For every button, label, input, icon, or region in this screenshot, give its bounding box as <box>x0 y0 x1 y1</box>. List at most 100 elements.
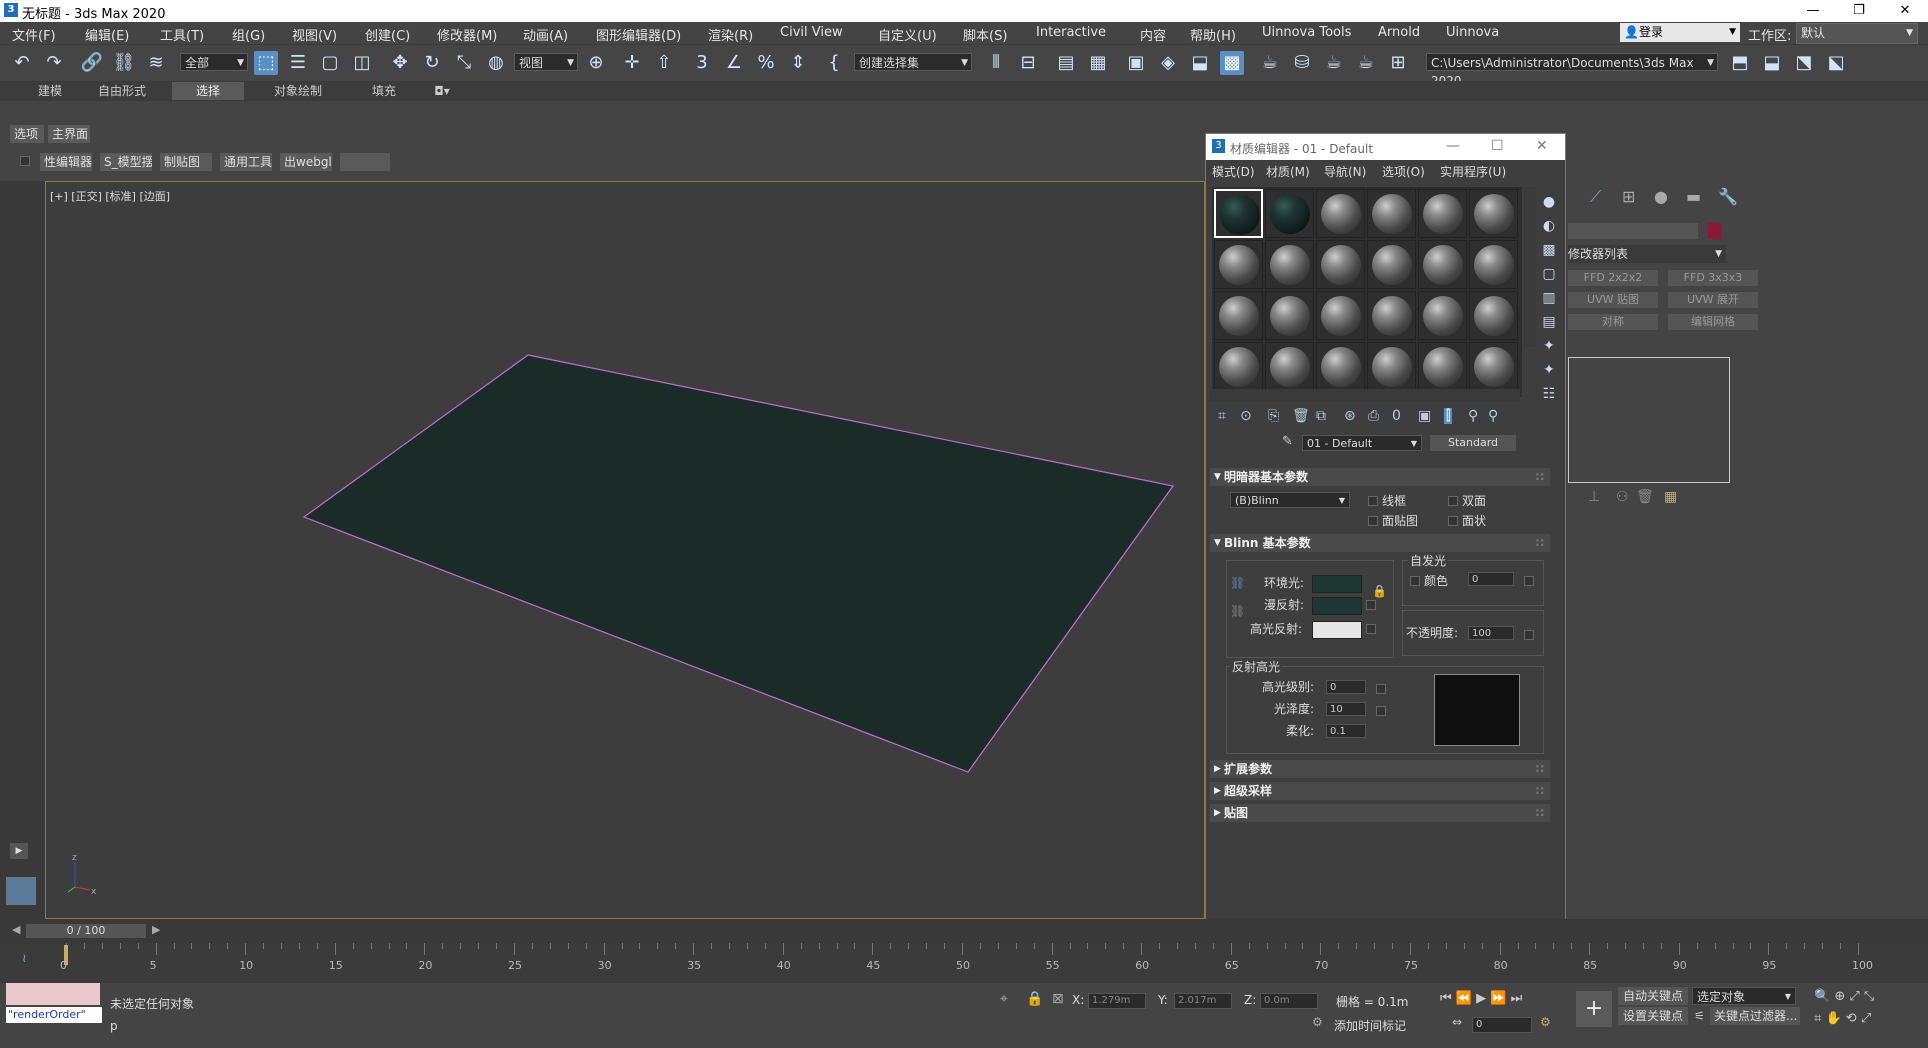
edit-mesh-button[interactable]: 编辑网格 <box>1668 314 1758 330</box>
spec-level-spinner[interactable]: 0 <box>1326 680 1366 694</box>
render-cloud-icon[interactable]: ⊞ <box>1386 51 1410 75</box>
percent-snap-icon[interactable]: % <box>754 51 778 75</box>
maxscript-listener[interactable] <box>6 983 100 1005</box>
named-selection-dropdown[interactable]: 创建选择集 ▼ <box>854 53 972 71</box>
material-slot[interactable] <box>1367 291 1416 340</box>
material-slot[interactable] <box>1469 342 1518 391</box>
add-time-tag[interactable]: 添加时间标记 <box>1334 1017 1406 1034</box>
time-tag-icon[interactable]: ⚙ <box>1312 1015 1323 1029</box>
current-frame-spinner[interactable]: 0 <box>1472 1017 1532 1033</box>
uvw-unwrap-button[interactable]: UVW 展开 <box>1668 292 1758 308</box>
assign-material-icon[interactable]: ⎘ <box>1268 408 1279 424</box>
tab-freeform[interactable]: 自由形式 <box>86 82 158 100</box>
material-slot[interactable] <box>1418 240 1467 289</box>
go-to-start-icon[interactable]: ⏮ <box>1440 991 1452 1006</box>
reset-map-icon[interactable]: 🗑 <box>1292 408 1310 424</box>
zoom-icon[interactable]: 🔍 <box>1814 989 1830 1004</box>
ribbon-options-icon[interactable]: ◘▾ <box>428 82 456 100</box>
menu-uinnova-tools[interactable]: Uinnova Tools <box>1262 25 1351 40</box>
project-folder-icon[interactable]: ⬒ <box>1728 51 1752 75</box>
display-tab-icon[interactable]: ▬ <box>1686 187 1701 206</box>
ambient-color-swatch[interactable] <box>1312 575 1362 593</box>
menu-views[interactable]: 视图(V) <box>292 25 337 44</box>
glossiness-spinner[interactable]: 10 <box>1326 702 1366 716</box>
diffuse-map-button[interactable] <box>1366 600 1376 610</box>
show-shaded-icon[interactable]: ▣ <box>1418 408 1431 424</box>
close-icon[interactable]: ✕ <box>1536 138 1548 154</box>
track-bar[interactable]: ≀ 0 5 10 15 20 25 30 35 40 45 50 55 60 65 70 75 80 85 90 95… <box>0 943 1928 983</box>
select-by-material-icon[interactable]: ✦ <box>1538 358 1560 382</box>
move-icon[interactable]: ✥ <box>388 51 412 75</box>
specular-color-swatch[interactable] <box>1312 621 1362 639</box>
login-dropdown[interactable]: 👤登录 ▼ <box>1620 23 1740 42</box>
background-icon[interactable]: ▩ <box>1538 238 1560 262</box>
menu-interactive[interactable]: Interactive <box>1036 25 1106 40</box>
rectangular-selection-icon[interactable]: ▢ <box>318 51 342 75</box>
menu-animation[interactable]: 动画(A) <box>523 25 568 44</box>
tab-modeling[interactable]: 建模 <box>14 82 86 100</box>
project-path-dropdown[interactable]: C:\Users\Administrator\Documents\3ds Max… <box>1426 53 1718 88</box>
material-name-field[interactable]: 01 - Default ▼ <box>1302 435 1422 451</box>
menu-create[interactable]: 创建(C) <box>365 25 410 44</box>
extended-params-rollout[interactable]: ▶ 扩展参数 ∷ <box>1210 760 1550 778</box>
specular-map-button[interactable] <box>1366 624 1376 634</box>
maps-rollout[interactable]: ▶ 贴图 ∷ <box>1210 804 1550 822</box>
spec-level-map-button[interactable] <box>1376 684 1386 694</box>
material-slot[interactable] <box>1316 240 1365 289</box>
material-slot[interactable] <box>1418 342 1467 391</box>
menu-customize[interactable]: 自定义(U) <box>878 25 937 44</box>
material-slot[interactable] <box>1214 240 1263 289</box>
go-forward-sibling-icon[interactable]: ⚲ <box>1488 408 1498 424</box>
tiling-icon[interactable]: ▢ <box>1538 262 1560 286</box>
material-slot[interactable] <box>1469 240 1518 289</box>
selection-filter-dropdown[interactable]: 全部 ▼ <box>180 53 248 71</box>
tab-selection[interactable]: 选择 <box>172 82 244 100</box>
key-filters-button[interactable]: 关键点过滤器... <box>1710 1007 1800 1025</box>
put-to-scene-icon[interactable]: ⊙ <box>1240 408 1252 424</box>
face-map-checkbox[interactable] <box>1368 516 1378 526</box>
menu-help[interactable]: 帮助(H) <box>1190 25 1236 44</box>
ribbon-item-empty[interactable] <box>340 153 390 171</box>
undo-icon[interactable]: ↶ <box>10 51 34 75</box>
material-slot[interactable] <box>1316 189 1365 238</box>
schematic-view-icon[interactable]: ◈ <box>1156 51 1180 75</box>
ribbon-checkbox[interactable] <box>20 156 30 166</box>
go-to-parent-icon[interactable]: ⚲ <box>1468 408 1478 424</box>
self-illum-map-button[interactable] <box>1524 576 1534 586</box>
material-slot[interactable] <box>1469 291 1518 340</box>
ribbon-item-3[interactable]: 制贴图 <box>160 153 212 171</box>
me-menu-material[interactable]: 材质(M) <box>1266 163 1310 180</box>
material-slot[interactable] <box>1367 342 1416 391</box>
selection-lock-icon[interactable]: 🔒 <box>1026 991 1043 1007</box>
object-color-swatch[interactable] <box>1708 223 1722 239</box>
time-slider[interactable]: 0 / 100 <box>26 924 146 938</box>
angle-snap-icon[interactable]: ∠ <box>722 51 746 75</box>
render-production-icon[interactable]: ⛁ <box>1290 51 1314 75</box>
expand-arrow-icon[interactable]: ▶ <box>10 843 28 859</box>
material-slot[interactable] <box>1214 342 1263 391</box>
sample-type-icon[interactable]: ● <box>1538 190 1560 214</box>
reference-coordinate-dropdown[interactable]: 视图 ▼ <box>514 53 578 71</box>
tab-object-paint[interactable]: 对象绘制 <box>258 82 338 100</box>
render-setup-icon[interactable]: ▩ <box>1220 51 1244 75</box>
get-material-icon[interactable]: ⌗ <box>1218 408 1226 424</box>
close-button[interactable]: ✕ <box>1882 0 1928 22</box>
material-slot[interactable] <box>1316 342 1365 391</box>
menu-scripting[interactable]: 脚本(S) <box>963 25 1007 44</box>
render-frame-icon[interactable]: ☕ <box>1258 51 1282 75</box>
next-frame-icon[interactable]: ▶ <box>152 923 160 936</box>
menu-tools[interactable]: 工具(T) <box>160 25 204 44</box>
viewport-layout-icon[interactable] <box>6 877 36 905</box>
absolute-mode-icon[interactable]: ⊠ <box>1052 991 1064 1007</box>
bind-space-warp-icon[interactable]: ≋ <box>144 51 168 75</box>
edit-named-selection-icon[interactable]: { <box>822 51 846 75</box>
options-button[interactable]: 选项 <box>10 125 44 143</box>
ribbon-item-2[interactable]: S_模型摆 <box>100 153 152 171</box>
configure-sets-icon[interactable]: ▦ <box>1664 489 1677 505</box>
video-color-icon[interactable]: ▥ <box>1538 286 1560 310</box>
spinner-snap-icon[interactable]: ⇕ <box>786 51 810 75</box>
toolbar-extra-2-icon[interactable]: ⬔ <box>1792 51 1816 75</box>
material-slot[interactable] <box>1367 240 1416 289</box>
material-slot[interactable] <box>1469 189 1518 238</box>
toolbar-extra-3-icon[interactable]: ⬕ <box>1824 51 1848 75</box>
